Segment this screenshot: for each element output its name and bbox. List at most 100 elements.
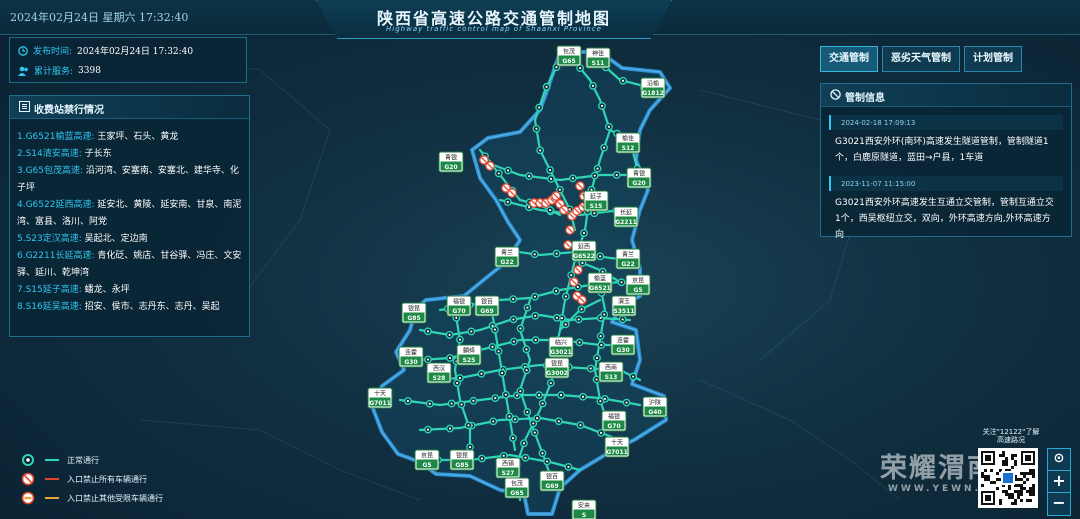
highway-node: [535, 391, 543, 399]
highway-node: [577, 305, 586, 314]
shield-name: 青兰: [501, 249, 513, 257]
route-shield: 十天 G7011: [367, 387, 393, 409]
highway-node: [494, 169, 503, 178]
highway-node: [576, 421, 585, 430]
shield-code: G65: [562, 58, 575, 65]
toll-list: 1.G6521榆蓝高速: 王家坪、石头、黄龙 2.S14清安高速: 子长东 3.…: [17, 129, 245, 316]
no-entry-marker: [551, 191, 561, 201]
qr-caption: 关注"12122"了解高速路况: [982, 428, 1040, 444]
shield-code: S27: [502, 470, 515, 477]
shield-code: G7011: [606, 449, 628, 456]
highway-node: [546, 166, 554, 174]
highway-node: [542, 82, 551, 91]
route-shield: 银百 G69: [474, 295, 500, 317]
highway-node: [425, 399, 434, 408]
zoom-out-button[interactable]: −: [1047, 492, 1071, 516]
highway-node: [593, 164, 602, 173]
highway-node: [477, 369, 486, 378]
shield-name: 西汉: [433, 365, 445, 373]
shield-code: G22: [621, 261, 634, 268]
shield-code: S25: [463, 357, 476, 364]
highway-node: [553, 313, 561, 322]
highway-node: [509, 295, 518, 304]
shield-name: 银百: [546, 473, 558, 481]
tab-traffic-control[interactable]: 交通管制: [820, 46, 878, 72]
highway-node: [456, 335, 464, 344]
shield-code: G6521: [589, 285, 611, 292]
highway-node: [453, 379, 462, 387]
highway-node: [619, 76, 627, 85]
route-shield: 沪陕 G40: [642, 396, 668, 418]
shield-name: 银昆: [408, 305, 420, 313]
highway-node: [536, 146, 545, 155]
no-entry-marker: [485, 161, 495, 171]
toll-item: 3.G65包茂高速: 沿河湾、安塞南、安塞北、建华寺、化子坪: [17, 166, 239, 193]
route-shield: 沿榆 G1812: [640, 77, 666, 99]
highway-node: [622, 398, 631, 407]
shield-code: G70: [607, 423, 620, 430]
route-shield: 西商 S13: [598, 361, 624, 383]
shield-code: G5: [422, 462, 431, 469]
shield-name: 青兰: [622, 251, 634, 259]
notice-time: 2023-11-07 11:15:00: [829, 176, 1063, 191]
route-shield: 神佳 S11: [585, 47, 611, 69]
toll-station-panel: 收费站禁行情况 1.G6521榆蓝高速: 王家坪、石头、黄龙 2.S14清安高速…: [9, 95, 250, 337]
highway-node: [469, 396, 478, 405]
shield-name: 临兴: [555, 339, 567, 347]
route-shield: 福银 G70: [446, 295, 472, 317]
shield-code: G6522: [573, 253, 595, 260]
no-entry-marker: [569, 277, 579, 287]
highway-node: [574, 315, 583, 324]
highway-node: [531, 292, 539, 301]
toll-item: 6.G2211长延高速: 青化砭、姚店、甘谷驿、冯庄、文安驿、延川、乾坤湾: [17, 251, 242, 278]
toll-item: 2.S14清安高速: 子长东: [17, 149, 112, 159]
shield-code: S12: [622, 145, 635, 152]
highway-node: [590, 171, 599, 180]
highway-node: [404, 397, 412, 405]
service-count-row: 累计服务: 3398: [18, 64, 101, 77]
highway-node: [489, 417, 498, 426]
shield-code: S3511: [613, 308, 634, 315]
shield-name: 银百: [481, 298, 493, 306]
highway-node: [617, 278, 626, 287]
highway-node: [530, 428, 539, 437]
highway-node: [501, 390, 510, 399]
tab-planned-control[interactable]: 计划管制: [964, 46, 1022, 72]
highway-node: [478, 454, 486, 463]
highway-node: [522, 345, 531, 354]
shield-code: S13: [605, 374, 618, 381]
route-shield: 包茂 G65: [556, 45, 582, 67]
locate-button[interactable]: ⊙: [1047, 448, 1071, 472]
highway-node: [600, 310, 609, 319]
highway-node: [557, 391, 565, 399]
users-icon: [18, 66, 28, 76]
highway-node: [586, 364, 595, 373]
map-stage[interactable]: 包茂 G65 神佳 S11 沿榆 G1812 榆佳 S12 青银 G20 青银 G20 延子 S15 长延 G…: [0, 0, 1080, 519]
control-notice[interactable]: 2023-11-07 11:15:00 G3021西安外环高速发生互通立交管制，…: [829, 176, 1063, 247]
shield-name: 京昆: [421, 452, 433, 460]
qr-code[interactable]: [978, 448, 1038, 508]
route-shield: 青兰 G22: [494, 246, 520, 268]
no-entry-marker: [559, 205, 569, 215]
list-icon: [19, 101, 30, 112]
zoom-in-button[interactable]: +: [1047, 470, 1071, 494]
highway-node: [612, 171, 621, 179]
tab-weather-control[interactable]: 恶劣天气管制: [882, 46, 960, 72]
shield-name: 神佳: [592, 50, 604, 58]
toll-item: 4.G6522延西高速: 延安北、黄陵、延安南、甘泉、南泥湾、富县、洛川、阿党: [17, 200, 242, 227]
highway-node: [509, 315, 518, 324]
control-notice[interactable]: 2024-02-18 17:09:13 G3021西安外环(南环)高速发生隧道管…: [829, 115, 1063, 170]
route-shield: 十天 G7011: [604, 436, 630, 458]
shield-name: 十天: [611, 439, 623, 447]
shield-code: G5: [633, 287, 642, 294]
shield-code: G85: [455, 462, 468, 469]
shield-name: 青银: [445, 154, 457, 162]
toll-item: 1.G6521榆蓝高速: 王家坪、石头、黄龙: [17, 132, 179, 142]
highway-node: [509, 337, 518, 346]
highway-node: [457, 400, 466, 409]
route-shield: 榆佳 S12: [615, 132, 641, 154]
highway-node: [523, 408, 532, 416]
highway-node: [523, 303, 532, 312]
highway-node: [547, 174, 555, 183]
highway-node: [491, 394, 500, 402]
